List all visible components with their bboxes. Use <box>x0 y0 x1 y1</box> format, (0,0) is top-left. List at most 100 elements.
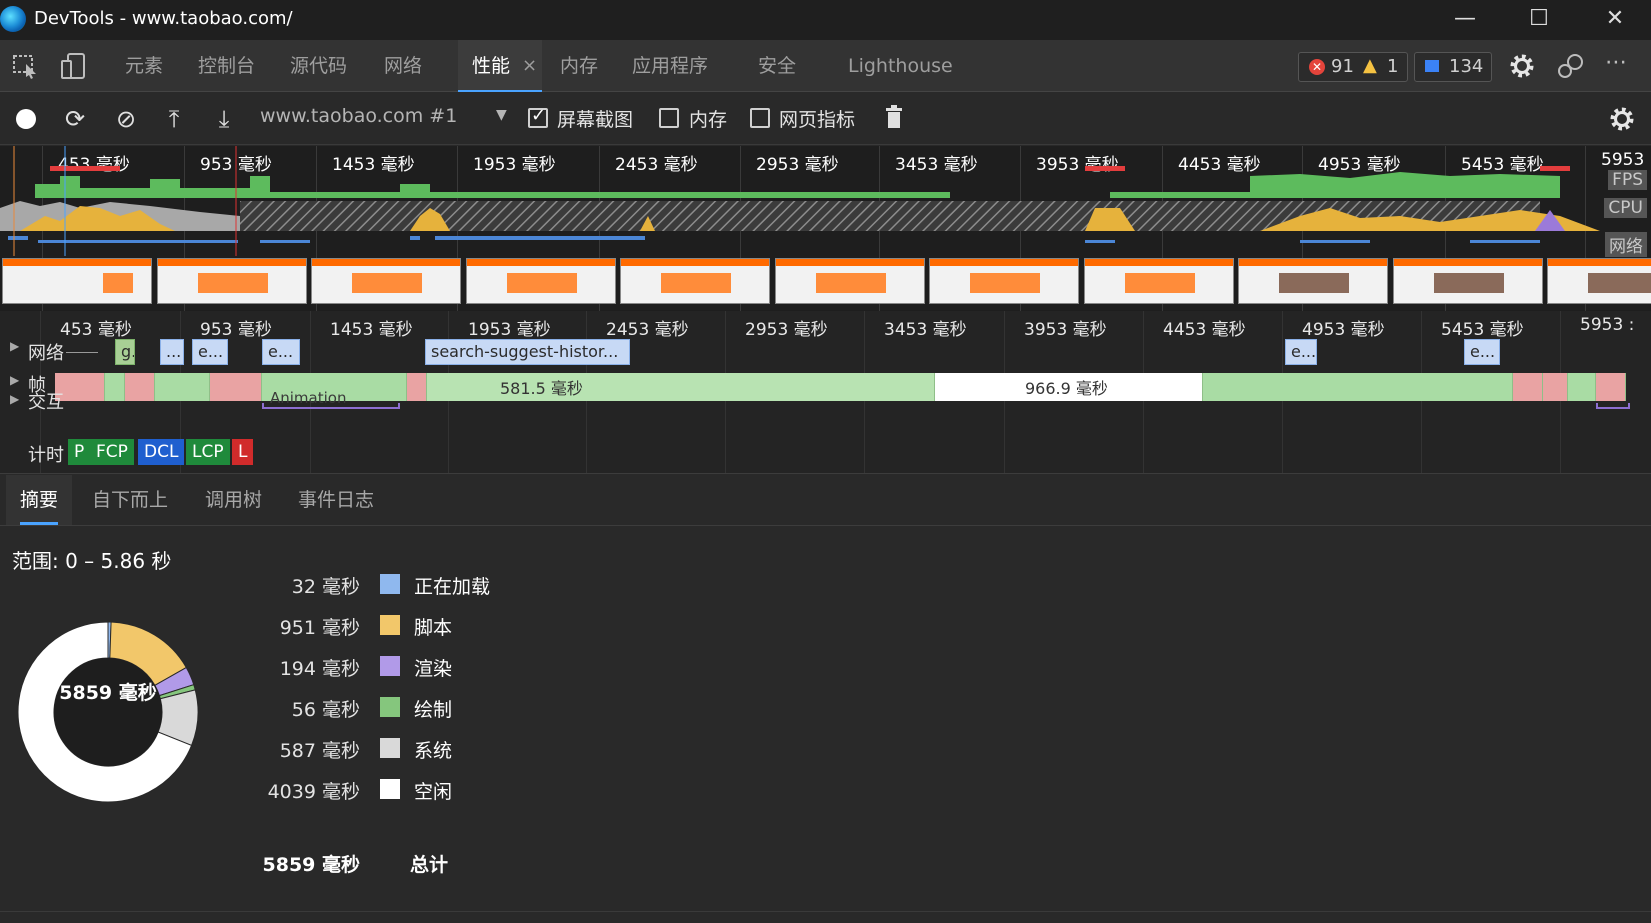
tab-performance[interactable]: 性能 × <box>458 40 542 92</box>
close-tab-icon[interactable]: × <box>522 40 537 92</box>
frame-duration-label: 966.9 毫秒 <box>1025 379 1108 398</box>
timing-badge-load[interactable]: L <box>232 439 254 465</box>
settings-gear-icon[interactable] <box>1508 52 1536 80</box>
inspect-element-icon[interactable] <box>12 53 40 79</box>
tab-event-log[interactable]: 事件日志 <box>298 475 374 525</box>
load-profile-icon[interactable]: ⤒ <box>160 105 188 133</box>
device-toolbar-icon[interactable] <box>60 52 88 80</box>
animation-label: Animation <box>270 389 347 407</box>
animation-bracket <box>1596 403 1630 409</box>
network-request[interactable]: ... <box>160 339 184 365</box>
minimize-button[interactable]: — <box>1430 0 1500 40</box>
fps-chart <box>35 172 1560 198</box>
legend-value: 56 毫秒 <box>291 699 360 721</box>
tab-lighthouse[interactable]: Lighthouse <box>848 40 953 92</box>
frame-bar[interactable] <box>1568 373 1596 401</box>
timing-badge-dcl[interactable]: DCL <box>138 439 185 465</box>
tab-console[interactable]: 控制台 <box>198 40 255 92</box>
trash-icon[interactable] <box>885 105 903 129</box>
tab-network[interactable]: 网络 <box>384 40 422 92</box>
interactions-track-label[interactable]: 交互 <box>28 388 64 414</box>
frame-bar[interactable] <box>1203 373 1513 401</box>
tab-memory[interactable]: 内存 <box>560 40 598 92</box>
close-window-button[interactable]: ✕ <box>1580 0 1650 40</box>
legend-row: 951 毫秒 脚本 <box>200 613 600 643</box>
fps-red-marks <box>50 166 1570 171</box>
timeline-overview[interactable]: 453 毫秒 953 毫秒 1453 毫秒 1953 毫秒 2453 毫秒 2953 毫秒… <box>0 146 1651 311</box>
frame-bar[interactable] <box>155 373 210 401</box>
interactions-expand-icon[interactable]: ▶ <box>10 392 19 406</box>
network-request[interactable]: e... <box>1285 339 1317 365</box>
timeline-tick-label: 2953 毫秒 <box>745 320 828 340</box>
tab-performance-label: 性能 <box>472 55 511 77</box>
screenshot-thumbnail[interactable] <box>620 258 770 304</box>
warning-icon: ▲ <box>1363 55 1377 76</box>
frame-bar[interactable] <box>1513 373 1543 401</box>
messages-counter[interactable]: 134 <box>1414 52 1492 82</box>
frame-bar[interactable] <box>407 373 427 401</box>
network-request[interactable]: e... <box>192 339 228 365</box>
network-request[interactable]: e... <box>1464 339 1500 365</box>
timing-badge-lcp[interactable]: LCP <box>186 439 230 465</box>
issues-counter[interactable]: ✕ 91 ▲ 1 <box>1298 52 1408 82</box>
thumbnail-content <box>661 273 731 293</box>
tab-call-tree[interactable]: 调用树 <box>205 475 262 525</box>
fps-strip-label: FPS <box>1608 170 1647 190</box>
legend-total-row: 5859 毫秒 总计 <box>200 850 600 880</box>
chevron-down-icon[interactable]: ▼ <box>496 107 507 123</box>
tab-elements[interactable]: 元素 <box>125 40 163 92</box>
frames-expand-icon[interactable]: ▶ <box>10 373 19 387</box>
tab-divider <box>0 525 1651 526</box>
screenshot-thumbnail[interactable] <box>1238 258 1388 304</box>
screenshot-thumbnail[interactable] <box>774 258 925 304</box>
screenshot-thumbnail[interactable] <box>2 258 152 304</box>
performance-toolbar: ⟳ ⊘ ⤒ ⤓ www.taobao.com #1 ▼ 屏幕截图 内存 网页指标 <box>0 93 1651 145</box>
thumbnail-header <box>1239 259 1387 266</box>
save-profile-icon[interactable]: ⤓ <box>210 105 238 133</box>
capture-settings-gear-icon[interactable] <box>1608 105 1636 133</box>
timing-badge-fcp[interactable]: FCP <box>90 439 134 465</box>
screenshots-checkbox[interactable] <box>528 105 548 128</box>
frame-bar[interactable] <box>1596 373 1626 401</box>
frame-bar[interactable] <box>1543 373 1568 401</box>
frame-bar[interactable] <box>210 373 262 401</box>
tab-bottom-up[interactable]: 自下而上 <box>92 475 168 525</box>
network-track-label[interactable]: 网络 <box>28 339 64 365</box>
profile-select[interactable]: www.taobao.com #1 <box>260 105 457 127</box>
tab-summary[interactable]: 摘要 <box>6 475 73 525</box>
frame-bar[interactable] <box>125 373 155 401</box>
reload-record-icon[interactable]: ⟳ <box>61 105 89 133</box>
timing-badge-paint[interactable]: P <box>68 439 91 465</box>
clear-icon[interactable]: ⊘ <box>112 105 140 133</box>
tab-security[interactable]: 安全 <box>758 40 796 92</box>
screenshot-thumbnail[interactable] <box>1392 258 1543 304</box>
network-request[interactable]: e... <box>262 339 300 365</box>
screenshot-thumbnail[interactable] <box>311 258 461 304</box>
feedback-icon[interactable] <box>1556 52 1586 80</box>
network-bars <box>8 236 1540 243</box>
screenshot-thumbnail[interactable] <box>929 258 1079 304</box>
legend-swatch <box>380 738 400 758</box>
more-options-icon[interactable]: ⋯ <box>1605 50 1627 75</box>
timings-track-label[interactable]: 计时 <box>28 441 64 467</box>
tab-sources[interactable]: 源代码 <box>290 40 347 92</box>
tab-application[interactable]: 应用程序 <box>632 40 708 92</box>
timeline-tick-label: 953 毫秒 <box>200 320 272 340</box>
screenshot-thumbnail[interactable] <box>156 258 307 304</box>
network-request-search-suggest[interactable]: search-suggest-histor... <box>425 339 630 365</box>
screenshot-thumbnail[interactable] <box>1083 258 1234 304</box>
record-icon[interactable] <box>16 109 36 129</box>
memory-checkbox[interactable] <box>659 108 679 128</box>
frame-bar[interactable] <box>105 373 125 401</box>
screenshot-thumbnail[interactable] <box>465 258 616 304</box>
network-expand-icon[interactable]: ▶ <box>10 339 19 353</box>
web-vitals-checkbox[interactable] <box>750 108 770 128</box>
network-request[interactable]: g... <box>115 339 135 365</box>
thumbnail-header <box>775 259 924 266</box>
maximize-button[interactable]: ☐ <box>1504 0 1574 40</box>
timeline-tick-label: 4453 毫秒 <box>1163 320 1246 340</box>
timeline-main[interactable]: 453 毫秒 953 毫秒 1453 毫秒 1953 毫秒 2453 毫秒 2953 毫秒… <box>0 311 1651 474</box>
legend-label: 空闲 <box>414 781 453 803</box>
title-bar: DevTools - www.taobao.com/ — ☐ ✕ <box>0 0 1651 40</box>
screenshot-thumbnail[interactable] <box>1547 258 1651 304</box>
